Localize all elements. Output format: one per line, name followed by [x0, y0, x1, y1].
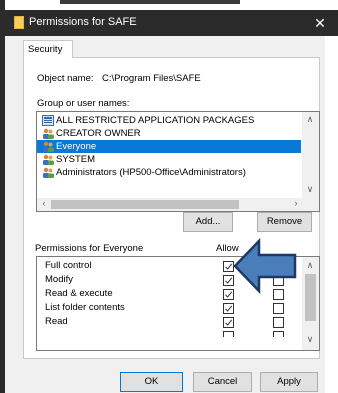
allow-checkbox[interactable] [223, 317, 234, 328]
checkmark-icon [225, 319, 233, 326]
user-group-icon [43, 154, 54, 165]
cancel-button-label: Cancel [207, 376, 238, 387]
window-title: Permissions for SAFE [29, 16, 137, 28]
vertical-scroll-thumb[interactable] [305, 274, 316, 321]
remove-button-label: Remove [266, 216, 303, 227]
list-item-label: SYSTEM [56, 154, 96, 165]
list-item[interactable]: ALL RESTRICTED APPLICATION PACKAGES [37, 114, 301, 127]
allow-checkbox[interactable] [223, 331, 234, 337]
permission-name: Full control [45, 260, 92, 271]
object-name-label: Object name: [37, 73, 94, 84]
scroll-up-icon[interactable]: ∧ [303, 114, 317, 125]
user-group-icon [43, 167, 54, 178]
horizontal-scroll-thumb[interactable] [51, 200, 239, 209]
title-bar[interactable]: Permissions for SAFE ✕ [5, 10, 338, 36]
deny-checkbox[interactable] [273, 317, 284, 328]
scroll-left-icon[interactable]: ‹ [37, 198, 51, 208]
list-item-label: Administrators (HP500-Office\Administrat… [56, 167, 246, 178]
list-item[interactable]: Administrators (HP500-Office\Administrat… [37, 166, 301, 179]
checkmark-icon [225, 305, 233, 312]
permissions-vertical-scrollbar[interactable]: ∧ ∨ [302, 257, 319, 350]
tab-security-label: Security [28, 44, 63, 55]
list-horizontal-scrollbar[interactable]: ‹ › [37, 198, 319, 211]
user-group-icon [43, 128, 54, 139]
add-button[interactable]: Add... [183, 212, 233, 232]
tab-security[interactable]: Security [23, 40, 73, 58]
permission-row: Read [37, 316, 301, 329]
list-item[interactable]: CREATOR OWNER [37, 127, 301, 140]
right-background [325, 36, 338, 393]
object-name-value: C:\Program Files\SAFE [102, 73, 201, 84]
apply-button[interactable]: Apply [260, 372, 318, 392]
allow-checkbox[interactable] [223, 303, 234, 314]
list-item-label: CREATOR OWNER [56, 128, 141, 139]
permission-row-partial [37, 330, 301, 343]
ok-button[interactable]: OK [120, 372, 183, 392]
checkmark-icon [225, 263, 233, 270]
apply-button-label: Apply [277, 376, 301, 387]
deny-checkbox[interactable] [273, 303, 284, 314]
folder-icon [14, 16, 24, 29]
list-item-label: ALL RESTRICTED APPLICATION PACKAGES [56, 115, 255, 126]
remove-button[interactable]: Remove [257, 212, 312, 232]
close-icon: ✕ [314, 15, 326, 31]
group-user-listbox[interactable]: ALL RESTRICTED APPLICATION PACKAGES CREA… [36, 111, 320, 212]
list-item-selected[interactable]: Everyone [37, 140, 301, 153]
cancel-button[interactable]: Cancel [193, 372, 252, 392]
scroll-down-icon[interactable]: ∨ [303, 334, 317, 345]
permission-name: List folder contents [45, 302, 125, 313]
add-button-label: Add... [195, 216, 221, 227]
deny-checkbox[interactable] [273, 331, 284, 337]
checkmark-icon [225, 291, 233, 298]
ok-button-label: OK [144, 376, 159, 387]
permission-row: List folder contents [37, 302, 301, 315]
scroll-right-icon[interactable]: › [289, 198, 303, 208]
close-button[interactable]: ✕ [307, 12, 333, 34]
list-item-label: Everyone [56, 141, 97, 152]
group-names-label: Group or user names: [37, 98, 130, 109]
user-group-icon [43, 141, 54, 152]
permissions-dialog: Permissions for SAFE ✕ Security Object n… [0, 0, 338, 393]
scroll-down-icon[interactable]: ∨ [303, 184, 317, 195]
list-vertical-scrollbar[interactable]: ∧ ∨ [302, 112, 319, 198]
dialog-client-area: Security Object name: C:\Program Files\S… [5, 36, 325, 393]
background-strip-bar [60, 0, 240, 4]
package-group-icon [42, 115, 54, 126]
permission-name: Modify [45, 274, 73, 285]
list-item[interactable]: SYSTEM [37, 153, 301, 166]
permission-name: Read [45, 316, 68, 327]
permission-name: Read & execute [45, 288, 113, 299]
scroll-up-icon[interactable]: ∧ [303, 260, 317, 271]
checkmark-icon [225, 277, 233, 284]
arrow-callout-icon [233, 237, 297, 295]
permissions-header: Permissions for Everyone [35, 243, 144, 254]
background-strip [0, 0, 338, 10]
